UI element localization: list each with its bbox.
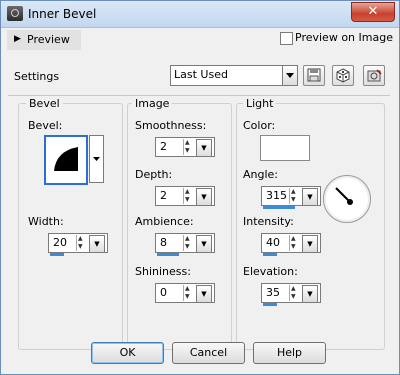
arrow-up-icon[interactable]: ▲	[185, 285, 190, 292]
ambience-slider[interactable]	[157, 253, 179, 256]
elevation-stepper[interactable]: 35 ▲ ▼ ▼	[261, 283, 321, 303]
intensity-slider[interactable]	[263, 253, 277, 256]
arrow-down-icon[interactable]: ▼	[185, 196, 190, 203]
preset-value: Last Used	[174, 68, 228, 81]
arrow-up-icon[interactable]: ▲	[291, 285, 296, 292]
chevron-down-icon[interactable]: ▼	[196, 139, 212, 157]
bevel-dropdown-button[interactable]	[89, 135, 104, 183]
angle-slider[interactable]	[263, 206, 295, 209]
arrow-down-icon[interactable]: ▼	[291, 196, 296, 203]
arrow-down-icon[interactable]: ▼	[185, 243, 190, 250]
arrow-up-icon[interactable]: ▲	[291, 235, 296, 242]
spin-arrows[interactable]: ▲ ▼	[76, 235, 87, 251]
smoothness-label: Smoothness:	[135, 119, 207, 132]
arrow-down-icon[interactable]: ▼	[185, 293, 190, 300]
arrow-up-icon[interactable]: ▲	[185, 188, 190, 195]
light-color-swatch[interactable]	[260, 135, 310, 161]
ambience-value: 8	[160, 236, 167, 249]
intensity-label: Intensity:	[243, 215, 294, 228]
help-button[interactable]: Help	[253, 342, 326, 364]
save-preset-button[interactable]	[303, 65, 325, 86]
chevron-down-icon[interactable]: ▼	[302, 188, 318, 206]
light-group-title: Light	[243, 97, 277, 110]
elevation-label: Elevation:	[243, 265, 298, 278]
arrow-down-icon[interactable]: ▼	[291, 243, 296, 250]
angle-label: Angle:	[243, 168, 279, 181]
chevron-down-icon[interactable]: ▼	[89, 235, 105, 253]
window-title: Inner Bevel	[28, 7, 97, 21]
bevel-label: Bevel:	[28, 119, 63, 132]
intensity-value: 40	[266, 236, 280, 249]
delete-preset-icon	[367, 69, 382, 82]
bevel-group-title: Bevel	[26, 97, 63, 110]
width-slider[interactable]	[50, 253, 64, 256]
elevation-slider[interactable]	[263, 303, 277, 306]
angle-dial[interactable]	[323, 175, 371, 223]
preview-label: Preview	[27, 33, 70, 46]
intensity-stepper[interactable]: 40 ▲ ▼ ▼	[261, 233, 321, 253]
separator	[8, 95, 390, 96]
smoothness-stepper[interactable]: 2 ▲ ▼ ▼	[155, 137, 215, 157]
chevron-down-icon[interactable]: ▼	[196, 285, 212, 303]
depth-label: Depth:	[135, 168, 173, 181]
close-icon: ✕	[367, 4, 379, 19]
preview-on-image-checkbox[interactable]	[280, 32, 293, 45]
chevron-down-icon[interactable]: ▼	[196, 235, 212, 253]
image-group-title: Image	[132, 97, 173, 110]
width-label: Width:	[28, 215, 64, 228]
dialog-window: Inner Bevel ✕ ▶ Preview Preview on Image…	[0, 0, 400, 375]
shininess-value: 0	[160, 286, 167, 299]
spin-arrows[interactable]: ▲ ▼	[183, 188, 194, 204]
angle-stepper[interactable]: 315 ▲ ▼ ▼	[261, 186, 321, 206]
angle-value: 315	[266, 189, 287, 202]
bevel-shape-preview[interactable]	[44, 135, 88, 185]
delete-preset-button[interactable]	[363, 65, 385, 86]
arrow-up-icon[interactable]: ▲	[291, 188, 296, 195]
width-stepper[interactable]: 20 ▲ ▼ ▼	[48, 233, 108, 253]
arrow-down-icon[interactable]: ▼	[291, 293, 296, 300]
elevation-value: 35	[266, 286, 280, 299]
arrow-down-icon[interactable]: ▼	[78, 243, 83, 250]
settings-label: Settings	[14, 70, 60, 83]
spin-arrows[interactable]: ▲ ▼	[183, 285, 194, 301]
depth-stepper[interactable]: 2 ▲ ▼ ▼	[155, 186, 215, 206]
dice-randomize-icon	[336, 68, 350, 83]
arrow-up-icon[interactable]: ▲	[185, 139, 190, 146]
spin-arrows[interactable]: ▲ ▼	[183, 139, 194, 155]
ok-button[interactable]: OK	[91, 342, 164, 364]
ambience-stepper[interactable]: 8 ▲ ▼ ▼	[155, 233, 215, 253]
width-value: 20	[53, 236, 67, 249]
spin-arrows[interactable]: ▲ ▼	[289, 285, 300, 301]
depth-value: 2	[160, 189, 167, 202]
arrow-up-icon[interactable]: ▲	[185, 235, 190, 242]
spin-arrows[interactable]: ▲ ▼	[183, 235, 194, 251]
dialog-client: ▶ Preview Preview on Image Settings Last…	[6, 28, 394, 369]
bevel-shape-icon	[54, 147, 78, 171]
angle-dial-needle-icon	[335, 187, 353, 205]
chevron-down-icon[interactable]: ▼	[302, 285, 318, 303]
save-preset-icon	[307, 68, 321, 82]
color-label: Color:	[243, 119, 276, 132]
triangle-right-icon: ▶	[14, 34, 21, 44]
close-button[interactable]: ✕	[351, 2, 395, 22]
preview-on-image-label: Preview on Image	[295, 31, 393, 44]
cancel-button[interactable]: Cancel	[172, 342, 245, 364]
preview-toggle[interactable]: ▶ Preview	[7, 30, 81, 50]
preset-combo[interactable]: Last Used	[170, 65, 298, 86]
spin-arrows[interactable]: ▲ ▼	[289, 188, 300, 204]
shininess-stepper[interactable]: 0 ▲ ▼ ▼	[155, 283, 215, 303]
camera-app-icon	[7, 6, 23, 21]
chevron-down-icon[interactable]	[282, 66, 297, 85]
chevron-down-icon[interactable]: ▼	[302, 235, 318, 253]
chevron-down-icon	[93, 157, 100, 161]
ambience-label: Ambience:	[135, 215, 194, 228]
smoothness-value: 2	[160, 140, 167, 153]
arrow-down-icon[interactable]: ▼	[185, 147, 190, 154]
chevron-down-icon[interactable]: ▼	[196, 188, 212, 206]
shininess-label: Shininess:	[135, 265, 191, 278]
title-bar[interactable]: Inner Bevel ✕	[1, 1, 399, 28]
spin-arrows[interactable]: ▲ ▼	[289, 235, 300, 251]
arrow-up-icon[interactable]: ▲	[78, 235, 83, 242]
randomize-button[interactable]	[332, 65, 354, 86]
